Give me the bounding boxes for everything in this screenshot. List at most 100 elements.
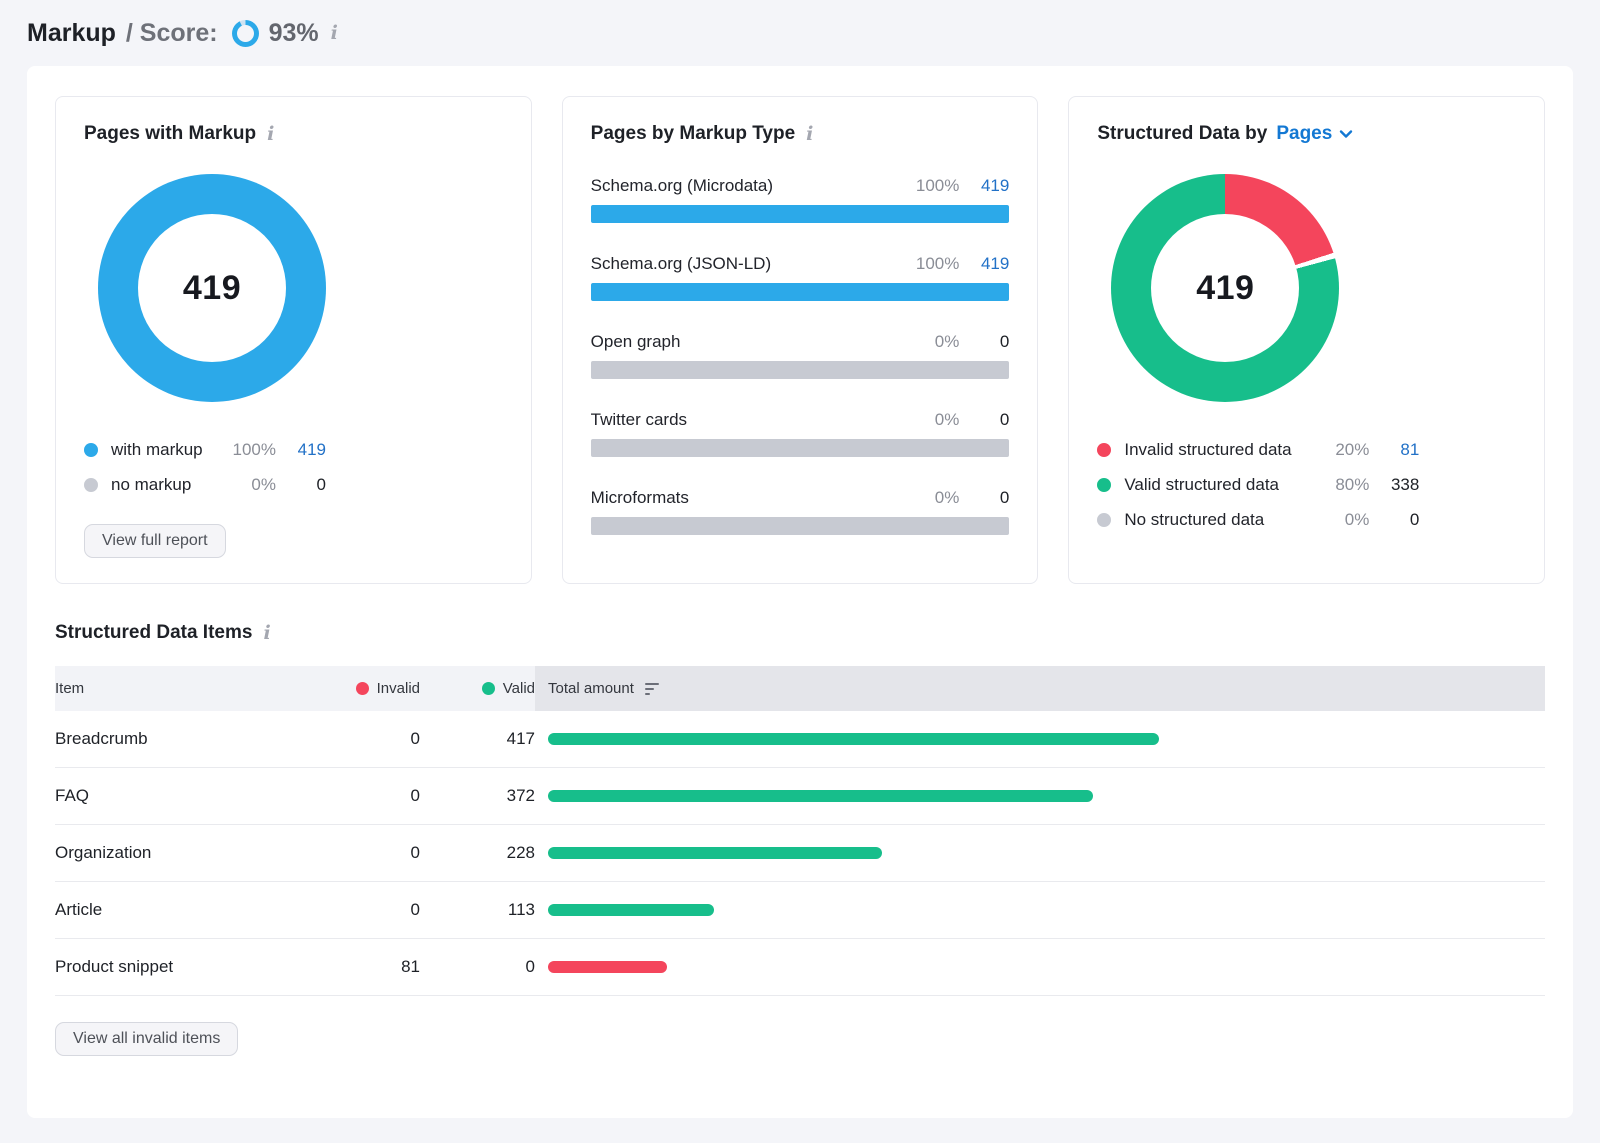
page-title: Markup [27,19,116,48]
valid-count: 372 [420,786,535,806]
legend-percent: 20% [1309,440,1369,460]
info-icon[interactable]: i [804,125,815,144]
total-amount-bar [548,733,1159,745]
total-amount-bar [548,847,882,859]
markup-type-value-link[interactable]: 419 [959,254,1009,274]
chevron-down-icon[interactable] [1339,129,1353,139]
bar-track [591,283,1010,301]
valid-count: 0 [420,957,535,977]
table-header-row: Item Invalid Valid Total amount [55,666,1545,711]
valid-count: 228 [420,843,535,863]
column-header-item: Item [55,680,305,697]
column-header-label: Valid [503,680,535,697]
markup-type-label: Open graph [591,332,900,352]
summary-cards: Pages with Markup i 419 with markup 100%… [55,96,1545,584]
legend: Invalid structured data 20% 81 Valid str… [1097,432,1419,537]
page-header: Markup / Score: 93% i [0,0,1600,66]
legend-dot-blue [84,443,98,457]
invalid-count-link[interactable]: 81 [305,957,420,977]
column-header-invalid: Invalid [305,680,420,697]
legend-item-none: No structured data 0% 0 [1097,502,1419,537]
markup-type-value: 0 [959,332,1009,352]
info-icon[interactable]: i [265,125,276,144]
markup-type-percent: 0% [899,410,959,430]
legend-percent: 80% [1309,475,1369,495]
valid-count: 417 [420,729,535,749]
structured-data-items-table: Item Invalid Valid Total amount Breadcru… [55,666,1545,996]
donut-hole: 419 [138,214,286,362]
card-title: Pages with Markup i [84,123,503,145]
legend-label: Valid structured data [1124,475,1309,495]
column-header-valid: Valid [420,680,535,697]
markup-type-label: Twitter cards [591,410,900,430]
item-name: Product snippet [55,957,305,977]
markup-type-label: Schema.org (JSON-LD) [591,254,900,274]
legend-value-link[interactable]: 419 [276,440,326,460]
bar-track [591,205,1010,223]
table-row-article: Article 0 113 [55,882,1545,939]
donut-total: 419 [1196,269,1254,308]
markup-type-percent: 100% [899,176,959,196]
structured-data-items-title: Structured Data Items i [55,622,1545,644]
total-amount-bar [548,904,714,916]
donut-hole: 419 [1151,214,1299,362]
markup-type-row-open-graph: Open graph 0% 0 [591,332,1010,379]
report-panel: Pages with Markup i 419 with markup 100%… [27,66,1573,1118]
invalid-count: 0 [305,843,420,863]
invalid-count: 0 [305,900,420,920]
legend-dot-gray [1097,513,1111,527]
legend-item-valid: Valid structured data 80% 338 [1097,467,1419,502]
total-amount-bar [548,961,667,973]
column-header-total-amount[interactable]: Total amount [535,666,1545,711]
markup-type-percent: 0% [899,332,959,352]
card-title-text: Pages with Markup [84,123,256,145]
legend-value: 338 [1369,475,1419,495]
legend-label: with markup [111,440,216,460]
table-row-organization: Organization 0 228 [55,825,1545,882]
legend-dot-green [1097,478,1111,492]
invalid-count: 0 [305,786,420,806]
bar-fill [591,205,1010,223]
legend-label: No structured data [1124,510,1309,530]
total-amount-bar [548,790,1093,802]
markup-type-row-twitter-cards: Twitter cards 0% 0 [591,410,1010,457]
score-value: 93% [269,19,319,48]
item-name: Organization [55,843,305,863]
legend-percent: 100% [216,440,276,460]
legend-item-invalid: Invalid structured data 20% 81 [1097,432,1419,467]
markup-type-percent: 0% [899,488,959,508]
legend-label: no markup [111,475,216,495]
legend-value: 0 [276,475,326,495]
view-all-invalid-items-button[interactable]: View all invalid items [55,1022,238,1056]
legend-percent: 0% [1309,510,1369,530]
table-row-product-snippet: Product snippet 81 0 [55,939,1545,996]
card-structured-data-by-pages: Structured Data by Pages 419 Invalid str… [1068,96,1545,584]
sort-descending-icon [645,683,659,695]
legend-dot-red [1097,443,1111,457]
markup-type-value-link[interactable]: 419 [959,176,1009,196]
legend: with markup 100% 419 no markup 0% 0 [84,432,326,502]
bar-track [591,361,1010,379]
card-title: Pages by Markup Type i [591,123,1010,145]
markup-report-page: Markup / Score: 93% i Pages with Markup … [0,0,1600,1118]
column-header-label: Invalid [377,680,420,697]
info-icon[interactable]: i [329,24,340,43]
bar-fill [591,283,1010,301]
legend-value-link[interactable]: 81 [1369,440,1419,460]
pages-dropdown[interactable]: Pages [1276,123,1332,145]
card-title-text: Structured Data by [1097,123,1267,145]
pages-with-markup-donut-chart: 419 [98,174,326,402]
legend-item-with-markup: with markup 100% 419 [84,432,326,467]
column-header-label: Total amount [548,680,634,697]
card-pages-with-markup: Pages with Markup i 419 with markup 100%… [55,96,532,584]
info-icon[interactable]: i [261,624,272,643]
markup-type-row-microdata: Schema.org (Microdata) 100% 419 [591,176,1010,223]
markup-type-percent: 100% [899,254,959,274]
view-full-report-button[interactable]: View full report [84,524,226,558]
section-title-text: Structured Data Items [55,622,252,644]
structured-data-donut-chart: 419 [1111,174,1339,402]
table-row-faq: FAQ 0 372 [55,768,1545,825]
invalid-count: 0 [305,729,420,749]
table-row-breadcrumb: Breadcrumb 0 417 [55,711,1545,768]
markup-type-label: Schema.org (Microdata) [591,176,900,196]
